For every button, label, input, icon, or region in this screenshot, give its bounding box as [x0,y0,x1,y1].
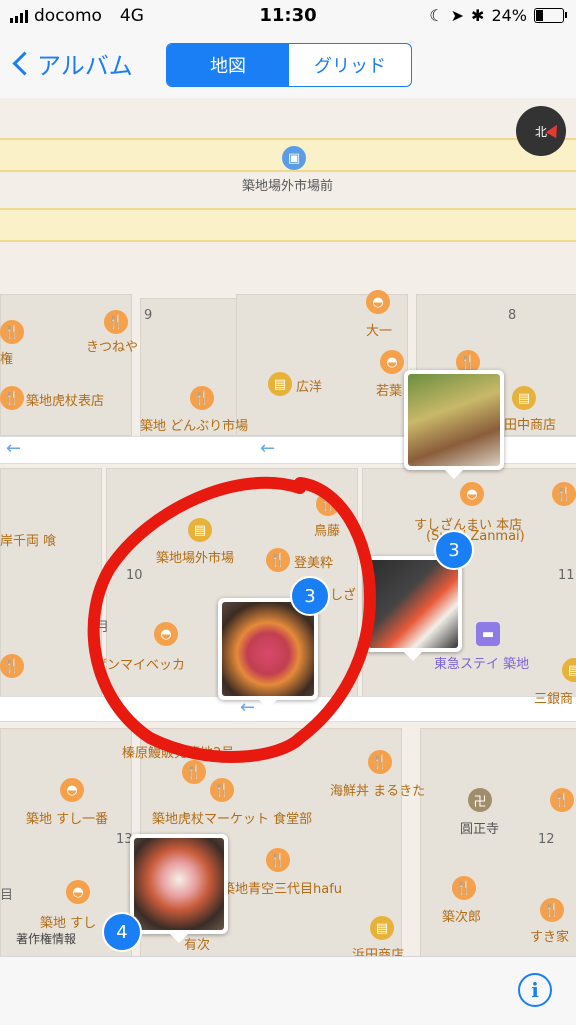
back-label: アルバム [37,52,133,80]
view-segmented-control: 地図 グリッド [166,43,412,87]
bottom-toolbar: i [0,956,576,1025]
segment-map[interactable]: 地図 [167,44,289,86]
map-view[interactable]: ← ← ← 北 ▣ 築地場外市場前 9 8 10 11 13 12 月 目 🍴 … [0,98,576,956]
battery-icon [534,8,567,23]
segment-grid[interactable]: グリッド [289,44,411,86]
nav-bar: アルバム 地図 グリッド [0,34,576,99]
moon-icon: ☾ [429,6,444,25]
legal-link[interactable]: 著作権情報 [16,930,76,947]
status-bar: docomo 4G 11:30 ☾ ➤ ✱ 24% [0,0,576,34]
battery-percent: 24% [491,6,527,25]
back-button[interactable]: アルバム [10,46,133,81]
bluetooth-icon: ✱ [471,6,485,25]
location-arrow-icon: ➤ [450,6,465,25]
status-right: ☾ ➤ ✱ 24% [429,6,567,25]
red-annotation-circle [87,476,377,763]
chevron-left-icon [12,51,37,76]
battery-level [536,10,543,21]
info-icon[interactable]: i [518,973,552,1007]
